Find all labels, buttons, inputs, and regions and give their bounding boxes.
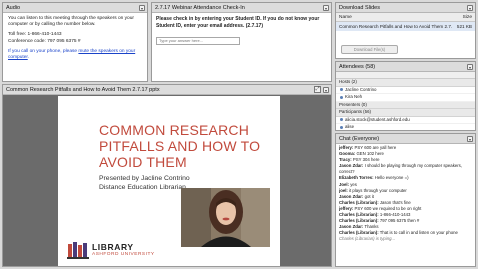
pod-menu-icon[interactable]	[467, 64, 473, 70]
file-name: Common Research Pitfalls and How to Avoi…	[339, 24, 452, 29]
chat-author: Charles (Librarian):	[339, 212, 379, 218]
chat-author: Jason Zdar:	[339, 163, 364, 169]
slide-title-line: AVOID THEM	[99, 154, 187, 170]
pod-menu-icon[interactable]	[323, 5, 329, 11]
download-pod-header: Download Slides	[336, 3, 475, 13]
chat-message-list: jeffery: PSY 600 are yall here Gooma: GE…	[336, 144, 475, 244]
slide-title-line: COMMON RESEARCH	[99, 122, 250, 138]
pod-menu-icon[interactable]	[467, 5, 473, 11]
library-logo: LIBRARY ASHFORD UNIVERSITY	[67, 239, 177, 263]
chat-text: PSY 304 here	[352, 157, 380, 163]
share-pod-title: Common Research Pitfalls and How to Avoi…	[6, 87, 160, 93]
download-pod-title: Download Slides	[339, 5, 380, 11]
chat-text: That is to call in and listen on your ph…	[379, 230, 458, 236]
slide-subtitle: Presented by Jacline Contrino Distance E…	[99, 175, 190, 192]
chat-scope: (Everyone)	[352, 136, 380, 142]
chat-text: it plays through your computer	[349, 187, 407, 193]
file-size: 521 KB	[456, 24, 472, 29]
checkin-pod-header: 2.7.17 Webinar Attendance Check-In	[152, 3, 331, 13]
slide: COMMON RESEARCH PITFALLS AND HOW TO AVOI…	[58, 96, 280, 266]
presenter-role: Distance Education Librarian	[99, 183, 186, 191]
attendees-pod: Attendees (58) Hosts (2) Jacline Contrin…	[335, 61, 476, 131]
slide-title-line: PITFALLS AND HOW TO	[99, 138, 261, 154]
attendee-host[interactable]: Jacline Contrino	[336, 87, 475, 94]
download-column-headers: Name Size	[336, 13, 475, 22]
chat-author: joel:	[339, 187, 348, 193]
chat-text: Jason that's fine	[379, 199, 411, 205]
chat-author: jeffery:	[339, 145, 354, 150]
presenter-photo-image	[181, 188, 270, 247]
group-participants[interactable]: Participants (56)	[336, 109, 475, 117]
logo-subtitle: ASHFORD UNIVERSITY	[92, 252, 155, 257]
group-presenters[interactable]: Presenters (0)	[336, 101, 475, 109]
chat-pod-header: Chat (Everyone)	[336, 134, 475, 144]
chat-author: Jason Zdar:	[339, 224, 364, 230]
chat-text: yes	[350, 181, 357, 187]
share-pod: Common Research Pitfalls and How to Avoi…	[2, 84, 332, 267]
attendee-count: (58)	[365, 64, 376, 70]
chat-text: Hello everyone =)	[374, 175, 409, 181]
chat-author: Charles (Librarian):	[339, 218, 379, 224]
conference-code: Conference code: 797 095 6375 #	[8, 38, 81, 44]
typing-indicator: Charles (Librarian) is typing...	[339, 236, 396, 242]
mute-note: If you call on your phone, please mute t…	[8, 49, 142, 61]
chat-pod: Chat (Everyone) jeffery: PSY 600 are yal…	[335, 133, 476, 267]
file-row[interactable]: Common Research Pitfalls and How to Avoi…	[336, 22, 475, 31]
download-files-button[interactable]: Download File(s)	[341, 45, 398, 54]
column-name[interactable]: Name	[339, 13, 452, 21]
checkin-pod: 2.7.17 Webinar Attendance Check-In Pleas…	[151, 2, 332, 82]
mute-note-text: If you call on your phone, please	[8, 48, 79, 54]
chat-message: Jason Zdar: I should be playing through …	[339, 163, 472, 175]
mute-note-end: .	[27, 55, 30, 61]
chat-author: Jason Zdar:	[339, 193, 364, 199]
attendee-participant[interactable]: alicia.stock@student.ashford.edu	[336, 117, 475, 124]
chat-text: got it	[364, 193, 374, 199]
chat-author: Gooma:	[339, 151, 356, 157]
chat-text: PSY 600 are yall here	[354, 145, 397, 150]
chat-text: 1-866-410-1443	[379, 212, 411, 218]
download-pod: Download Slides Name Size Common Researc…	[335, 2, 476, 59]
share-pod-header: Common Research Pitfalls and How to Avoi…	[3, 85, 331, 95]
chat-author: Joel:	[339, 181, 350, 187]
chat-text: 797 095 6375 then #	[379, 218, 420, 224]
attendee-participant[interactable]: alise	[336, 124, 475, 130]
audio-pod-header: Audio	[3, 3, 147, 13]
group-hosts[interactable]: Hosts (2)	[336, 79, 475, 87]
checkin-answer-input[interactable]	[156, 36, 240, 45]
attendees-pod-title: Attendees	[339, 64, 364, 70]
fullscreen-icon[interactable]: ⤢	[314, 86, 321, 93]
pod-menu-icon[interactable]	[467, 136, 473, 142]
checkin-pod-title: 2.7.17 Webinar Attendance Check-In	[155, 5, 245, 11]
logo-title: LIBRARY	[92, 242, 134, 252]
checkin-question: Please check in by entering your Student…	[156, 16, 320, 29]
column-size[interactable]: Size	[452, 13, 472, 21]
chat-text: GEN 102 here	[356, 151, 384, 157]
presenter-photo	[181, 188, 270, 247]
attendees-toolbar	[336, 72, 475, 79]
chat-author: jeffery:	[339, 205, 354, 211]
chat-text: PSY 600 we required to be on right	[354, 205, 422, 211]
chat-author: Tracy:	[339, 157, 352, 163]
chat-text: Thanks	[364, 224, 379, 230]
attendee-host[interactable]: Kira Neh	[336, 94, 475, 102]
pod-menu-icon[interactable]	[323, 87, 329, 93]
slide-title: COMMON RESEARCH PITFALLS AND HOW TO AVOI…	[99, 122, 260, 170]
chat-author: Elizabeth Torres:	[339, 175, 374, 181]
chat-pod-title: Chat	[339, 136, 351, 142]
audio-pod: Audio You can listen to this meeting thr…	[2, 2, 148, 82]
attendees-pod-header: Attendees (58)	[336, 62, 475, 72]
chat-author: Charles (Librarian):	[339, 199, 379, 205]
chat-author: Charles (Librarian):	[339, 230, 379, 236]
pod-menu-icon[interactable]	[139, 5, 145, 11]
presenter-line: Presented by Jacline Contrino	[99, 175, 190, 182]
audio-instructions: You can listen to this meeting through t…	[8, 16, 134, 28]
audio-pod-title: Audio	[6, 5, 21, 11]
books-icon	[67, 242, 89, 259]
